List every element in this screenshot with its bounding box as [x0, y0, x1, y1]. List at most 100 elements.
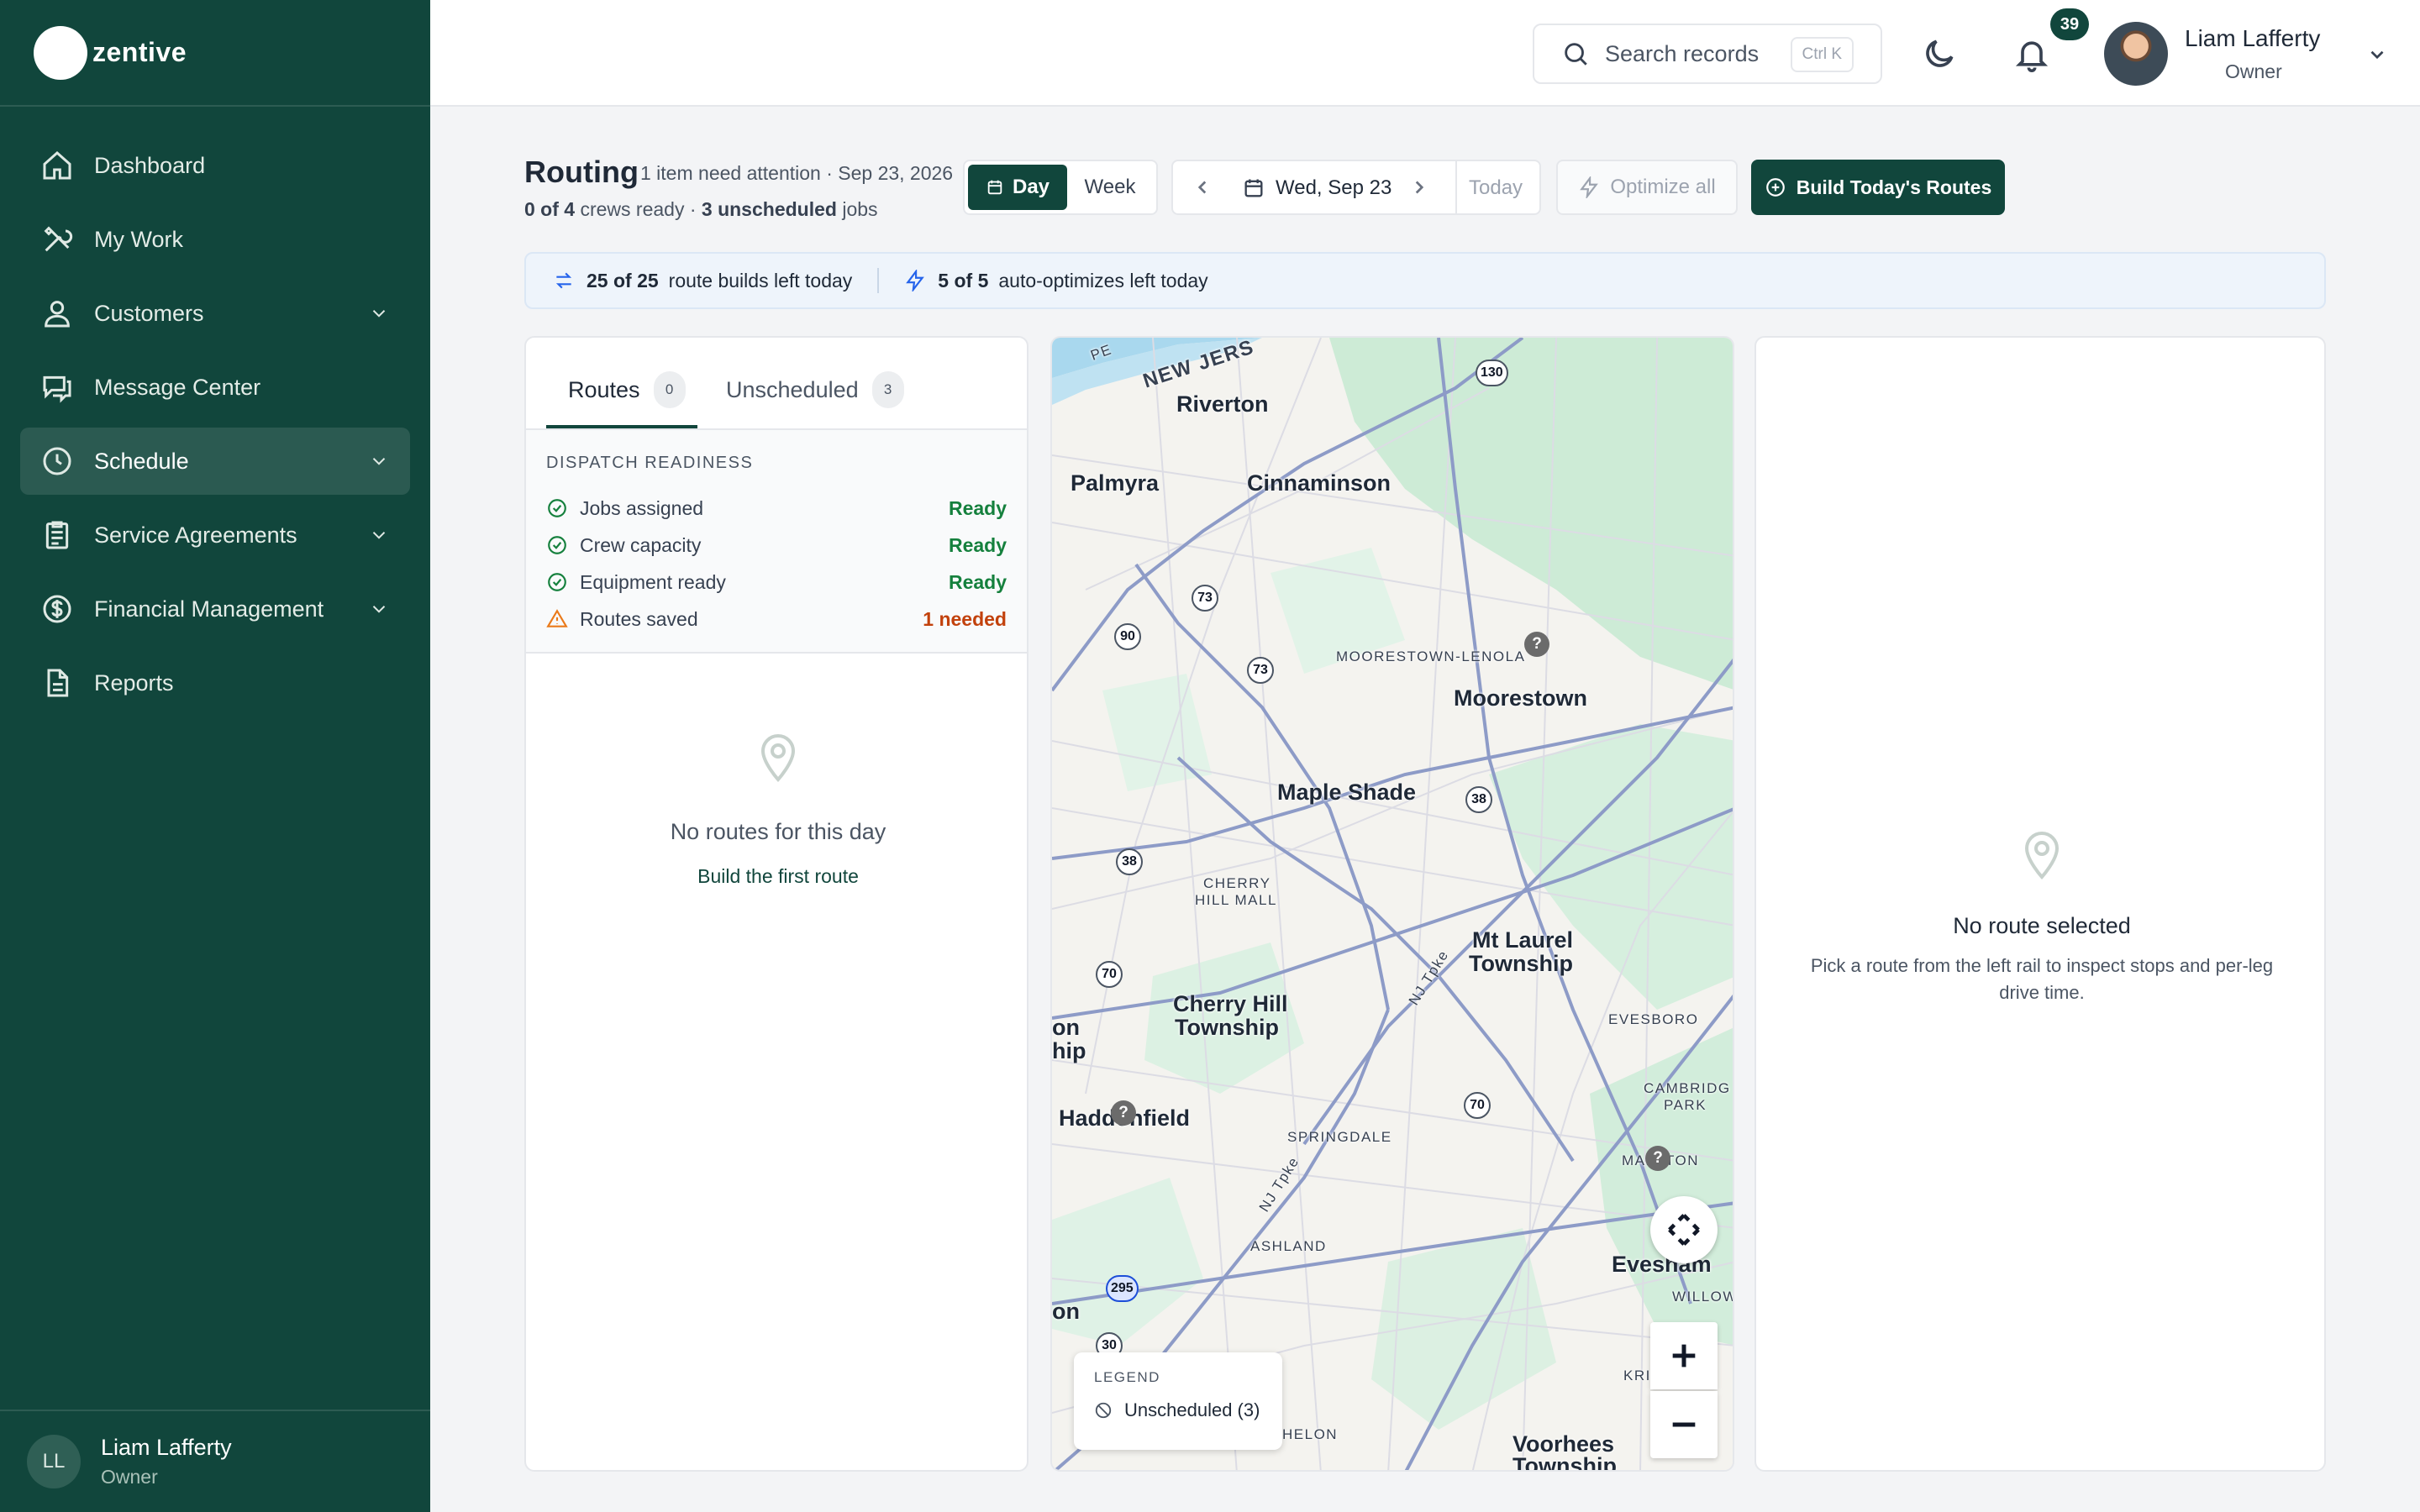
date-label[interactable]: Wed, Sep 23 [1276, 176, 1392, 200]
build-routes-button[interactable]: Build Today's Routes [1751, 160, 2005, 215]
readiness-status: Ready [948, 533, 1007, 556]
dark-mode-toggle[interactable] [1921, 35, 1958, 72]
unscheduled-job-marker[interactable]: ? [1645, 1146, 1670, 1171]
notification-badge: 39 [2050, 8, 2089, 40]
sidebar-item-service-agreements[interactable]: Service Agreements [20, 501, 410, 569]
avatar: LL [27, 1435, 81, 1488]
sidebar-item-schedule[interactable]: Schedule [20, 428, 410, 495]
view-week-button[interactable]: Week [1067, 165, 1153, 210]
map-legend: LEGEND Unscheduled (3) [1074, 1352, 1282, 1450]
crews-ready-count: 0 of 4 [524, 198, 576, 220]
optimize-all-button[interactable]: Optimize all [1556, 160, 1738, 215]
view-day-label: Day [1012, 176, 1050, 198]
avatar[interactable] [2104, 22, 2168, 86]
map-label: HILL MALL [1195, 892, 1277, 908]
tab-label: Routes [568, 376, 640, 402]
chevron-down-icon[interactable] [2366, 44, 2388, 66]
build-first-route-link[interactable]: Build the first route [526, 865, 1027, 888]
map-label: HELON [1282, 1426, 1339, 1442]
sidebar-item-reports[interactable]: Reports [20, 649, 410, 717]
sidebar-user-name: Liam Lafferty [101, 1435, 232, 1460]
sidebar-item-label: Financial Management [94, 596, 324, 622]
divider [877, 268, 880, 293]
highway-shield: 70 [1464, 1092, 1491, 1119]
legend-label: Unscheduled (3) [1124, 1399, 1260, 1420]
bell-icon[interactable] [2013, 35, 2050, 72]
route-builds-text: route builds left today [668, 269, 853, 291]
readiness-label: Crew capacity [580, 533, 702, 556]
tab-routes[interactable]: Routes 0 [568, 371, 686, 408]
expand-arrows-icon [1668, 1214, 1700, 1246]
sidebar-item-message-center[interactable]: Message Center [20, 354, 410, 421]
view-toggle: Day Week [963, 160, 1158, 215]
chevron-down-icon [372, 532, 386, 539]
today-button[interactable]: Today [1469, 176, 1523, 200]
view-day-button[interactable]: Day [968, 165, 1067, 210]
auto-optimize-count: 5 of 5 [938, 269, 989, 291]
quota-banner: 25 of 25 route builds left today 5 of 5 … [524, 252, 2326, 309]
optimize-all-label: Optimize all [1610, 176, 1716, 198]
sidebar-user[interactable]: LL Liam Lafferty Owner [0, 1410, 430, 1512]
map-label: CAMBRIDG [1644, 1080, 1731, 1096]
legend-title: LEGEND [1094, 1369, 1160, 1385]
plus-circle-icon [1765, 178, 1785, 197]
active-tab-indicator [546, 425, 697, 428]
calendar-icon[interactable] [1242, 176, 1265, 200]
routes-tabs: Routes 0 Unscheduled 3 [526, 338, 1027, 430]
map-label: KRI [1623, 1368, 1651, 1383]
readiness-label: Equipment ready [580, 570, 726, 593]
sidebar-item-label: Customers [94, 300, 204, 326]
attention-summary: 1 item need attention · Sep 23, 2026 [640, 162, 954, 184]
sidebar-item-financial-management[interactable]: Financial Management [20, 575, 410, 643]
auto-optimize-text: auto-optimizes left today [998, 269, 1208, 291]
route-map[interactable]: PE NEW JERS Riverton Palmyra Cinnaminson… [1050, 336, 1734, 1472]
readiness-item: Routes saved 1 needed [546, 601, 1007, 638]
brand-name: zentive [92, 37, 187, 67]
sidebar-item-customers[interactable]: Customers [20, 280, 410, 347]
plus-icon [1672, 1344, 1696, 1368]
check-circle-icon [548, 536, 566, 554]
map-place-label: Township [1512, 1453, 1617, 1472]
unscheduled-job-marker[interactable]: ? [1111, 1100, 1136, 1126]
brand-logo[interactable]: zentive [0, 0, 430, 107]
sidebar-item-label: Service Agreements [94, 522, 297, 548]
report-icon [47, 669, 69, 697]
readiness-item: Equipment ready Ready [546, 564, 1007, 601]
lightning-icon [1580, 176, 1599, 198]
map-place-label: hip [1052, 1038, 1086, 1063]
readiness-title: DISPATCH READINESS [546, 454, 754, 472]
build-routes-label: Build Today's Routes [1796, 176, 1992, 198]
chat-icon [43, 375, 71, 403]
map-label: PARK [1664, 1097, 1707, 1113]
tab-unscheduled[interactable]: Unscheduled 3 [726, 371, 904, 408]
map-label: SPRINGDALE [1287, 1129, 1392, 1145]
zoom-in-button[interactable] [1650, 1322, 1718, 1389]
unscheduled-job-marker[interactable]: ? [1524, 632, 1549, 657]
map-tiles [1052, 338, 1733, 1470]
dollar-icon [43, 595, 71, 623]
chevron-right-icon[interactable] [1408, 176, 1430, 198]
search-input[interactable]: Search records Ctrl K [1533, 24, 1882, 84]
users-icon [45, 301, 70, 328]
lightning-icon [906, 270, 925, 291]
chevron-left-icon[interactable] [1192, 176, 1213, 198]
map-place-label: Maple Shade [1277, 780, 1417, 805]
highway-shield: 38 [1465, 786, 1492, 813]
sidebar-nav: Dashboard My Work Customers Message Cent… [0, 107, 430, 717]
map-label: ASHLAND [1250, 1238, 1327, 1254]
zoom-out-button[interactable] [1650, 1391, 1718, 1458]
user-name[interactable]: Liam Lafferty [2185, 25, 2320, 52]
recenter-map-button[interactable] [1650, 1196, 1718, 1263]
unscheduled-text: jobs [836, 198, 878, 220]
highway-shield: 38 [1116, 848, 1143, 875]
map-place-label: on [1052, 1299, 1080, 1324]
route-builds-count: 25 of 25 [587, 269, 659, 291]
route-details-panel: No route selected Pick a route from the … [1754, 336, 2326, 1472]
search-icon [1565, 43, 1587, 66]
sidebar-item-label: Schedule [94, 448, 189, 474]
chevron-down-icon [372, 458, 386, 465]
sidebar-item-dashboard[interactable]: Dashboard [20, 132, 410, 199]
sidebar-item-my-work[interactable]: My Work [20, 206, 410, 273]
chevron-down-icon [372, 606, 386, 613]
highway-shield: 73 [1247, 657, 1274, 684]
